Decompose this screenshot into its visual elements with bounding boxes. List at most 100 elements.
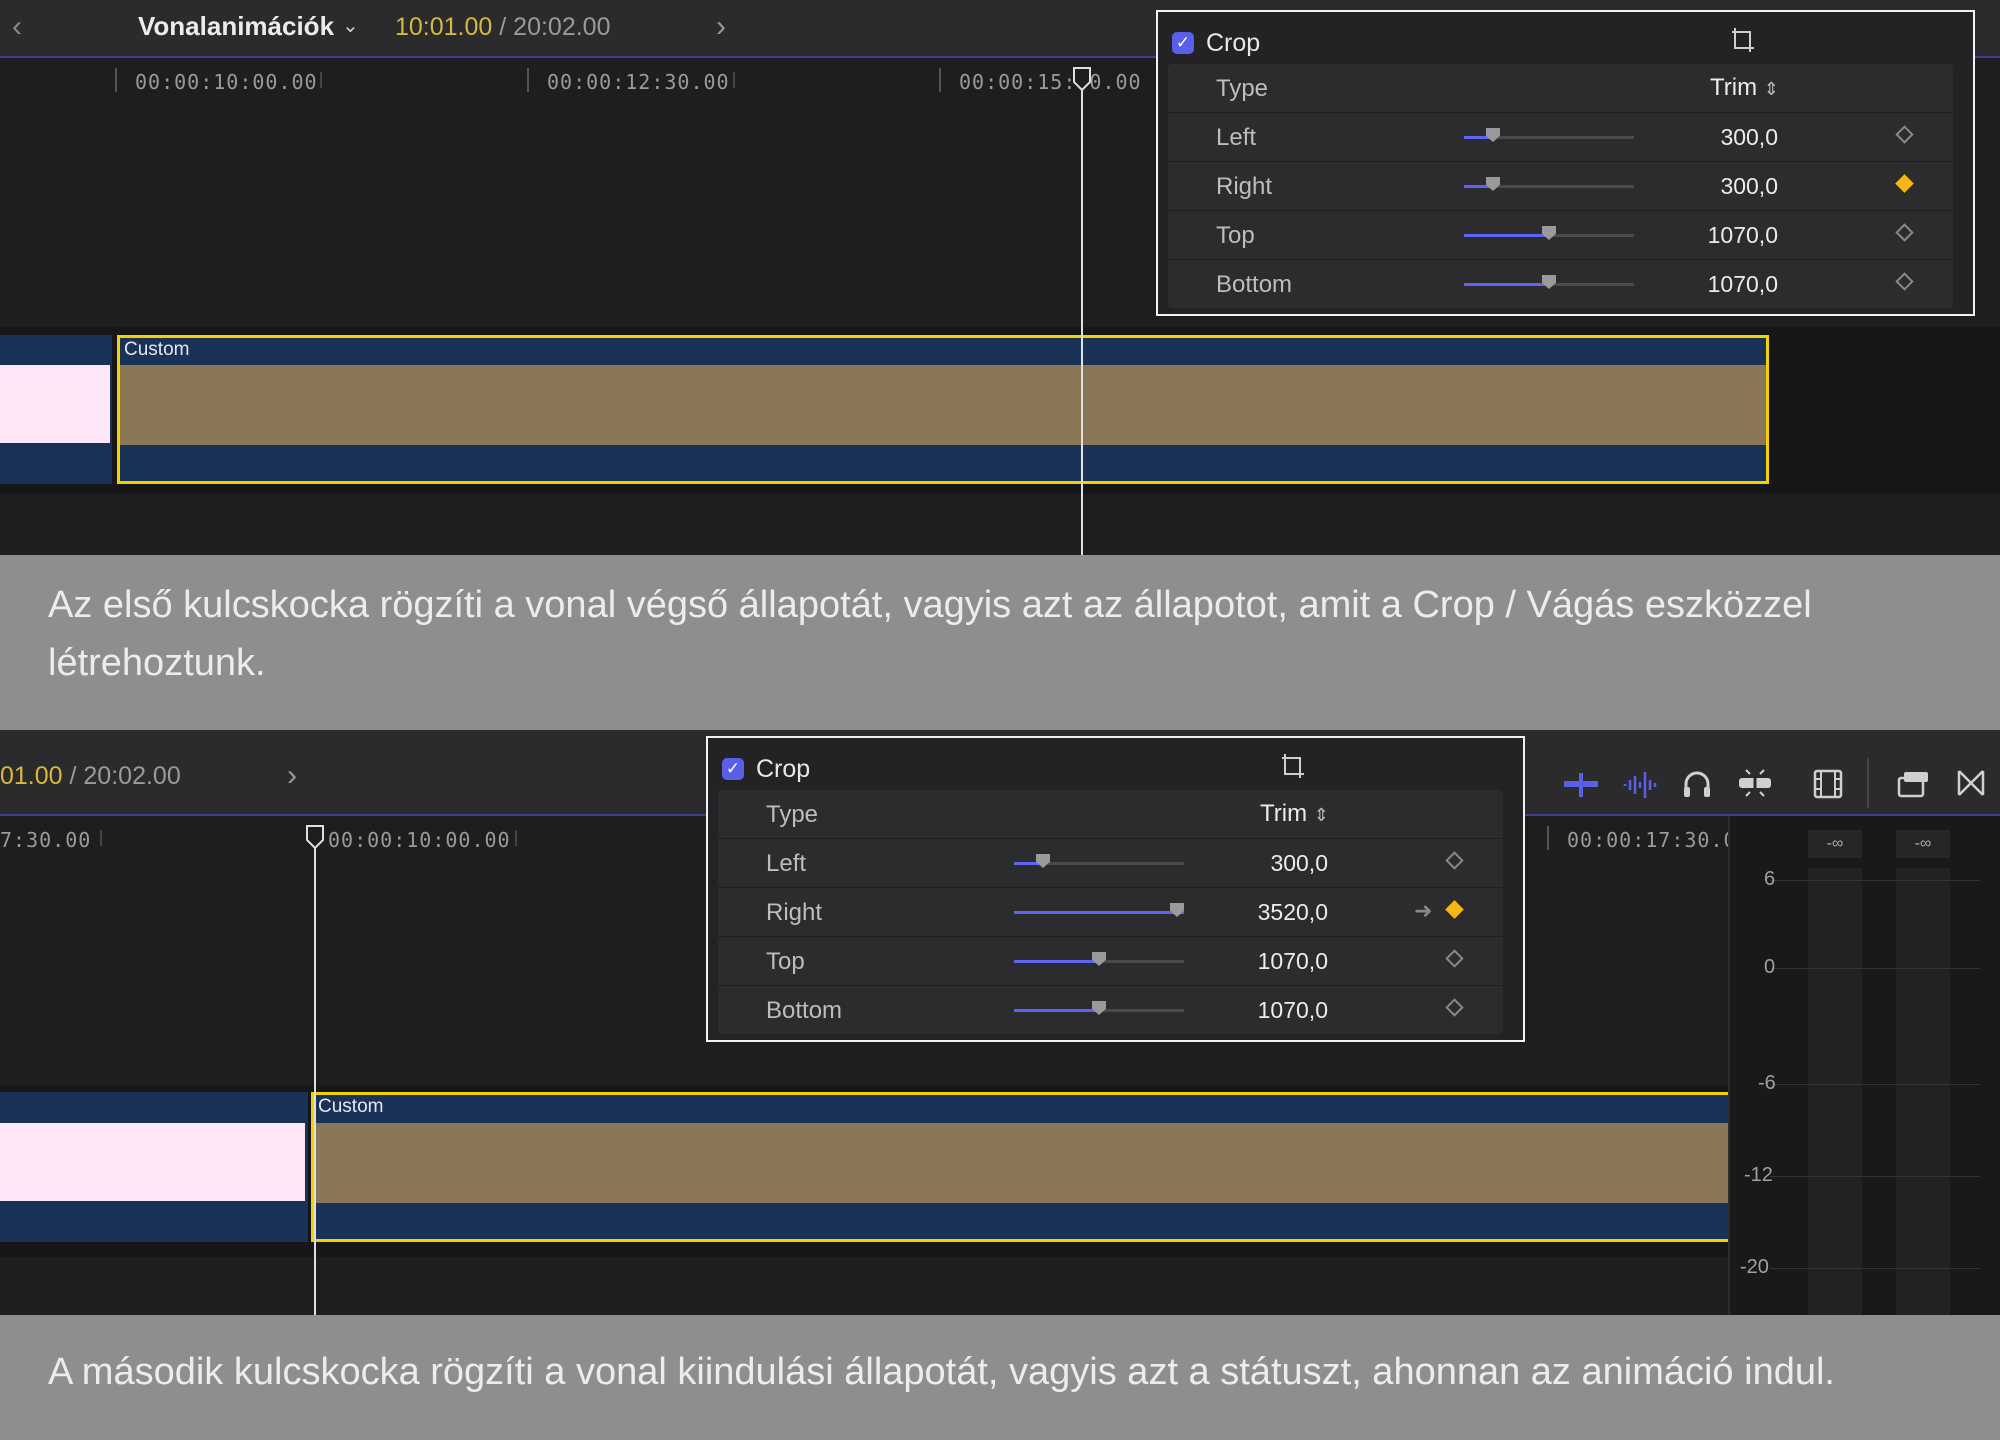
keyframe-diamond-icon[interactable] bbox=[1445, 851, 1464, 870]
bottom-value[interactable]: 1070,0 bbox=[1188, 997, 1328, 1024]
top-label: Top bbox=[766, 948, 805, 975]
keyframe-diamond-active-icon[interactable] bbox=[1445, 900, 1464, 919]
bottom-label: Bottom bbox=[766, 997, 843, 1024]
ruler-label: 7:30.00 bbox=[0, 828, 92, 852]
left-label: Left bbox=[766, 850, 807, 877]
right-value[interactable]: 3520,0 bbox=[1188, 899, 1328, 926]
left-value[interactable]: 300,0 bbox=[1188, 850, 1328, 877]
meter-channel-left bbox=[1808, 868, 1862, 1315]
caption-second-keyframe: A második kulcskocka rögzíti a vonal kii… bbox=[0, 1315, 2000, 1440]
playhead[interactable] bbox=[1081, 70, 1083, 555]
ruler-label: 00:00:15:00.00 bbox=[959, 70, 1142, 94]
param-row: Top 1070,0 bbox=[1168, 211, 1953, 260]
right-value[interactable]: 300,0 bbox=[1638, 173, 1778, 200]
ruler-tick bbox=[1547, 826, 1549, 850]
playhead-handle-icon[interactable] bbox=[305, 824, 325, 850]
caption-text: A második kulcskocka rögzíti a vonal kii… bbox=[48, 1351, 1835, 1393]
project-name[interactable]: Vonalanimációk bbox=[138, 11, 334, 42]
crop-inspector: ✓ Crop Type Trim ⇕ Left 300,0 Right 300,… bbox=[1156, 10, 1975, 316]
crop-onscreen-icon[interactable] bbox=[1730, 26, 1756, 54]
snapping-icon[interactable] bbox=[1736, 766, 1774, 800]
peak-right[interactable]: -∞ bbox=[1896, 830, 1950, 858]
left-value[interactable]: 300,0 bbox=[1638, 124, 1778, 151]
meter-gridline bbox=[1770, 1176, 1980, 1177]
playhead-handle-icon[interactable] bbox=[1072, 66, 1092, 92]
slider-knob[interactable] bbox=[1542, 226, 1556, 240]
clip-appearance-icon[interactable] bbox=[1896, 768, 1930, 800]
meter-scale-label: 0 bbox=[1764, 956, 1776, 978]
timecode-total: 20:02.00 bbox=[513, 13, 611, 41]
left-slider[interactable] bbox=[1464, 128, 1634, 142]
ruler-tick bbox=[320, 72, 322, 88]
keyframe-diamond-icon[interactable] bbox=[1445, 998, 1464, 1017]
slider-knob[interactable] bbox=[1486, 177, 1500, 191]
right-slider[interactable] bbox=[1014, 903, 1184, 917]
effects-browser-icon[interactable] bbox=[1956, 768, 1986, 798]
keyframe-diamond-icon[interactable] bbox=[1895, 125, 1914, 144]
timecode-total: 20:02.00 bbox=[83, 762, 181, 790]
type-value: Trim bbox=[1710, 74, 1758, 101]
playhead[interactable] bbox=[314, 828, 316, 1315]
chevron-right-icon[interactable]: › bbox=[716, 10, 726, 44]
timecode-current: 01.00 bbox=[0, 762, 63, 790]
top-value[interactable]: 1070,0 bbox=[1188, 948, 1328, 975]
slider-knob[interactable] bbox=[1036, 854, 1050, 868]
meter-gridline bbox=[1770, 1084, 1980, 1085]
audio-skimming-icon[interactable] bbox=[1622, 768, 1658, 800]
slider-fill bbox=[1014, 1009, 1099, 1012]
timecode-display: 01.00 / 20:02.00 bbox=[0, 762, 181, 791]
slider-knob[interactable] bbox=[1092, 952, 1106, 966]
bottom-slider[interactable] bbox=[1464, 275, 1634, 289]
type-row: Type Trim ⇕ bbox=[718, 790, 1503, 839]
chevron-left-icon[interactable]: ‹ bbox=[12, 10, 22, 44]
crop-header: ✓ Crop bbox=[1172, 26, 1260, 60]
updown-chevron-icon: ⇕ bbox=[1763, 79, 1779, 99]
type-popup[interactable]: Trim ⇕ bbox=[1710, 74, 1779, 102]
meter-scale-label: -12 bbox=[1744, 1164, 1773, 1186]
ruler-tick bbox=[527, 68, 529, 92]
bottom-slider[interactable] bbox=[1014, 1001, 1184, 1015]
headphones-icon[interactable] bbox=[1682, 768, 1712, 800]
slider-fill bbox=[1014, 960, 1099, 963]
keyframe-diamond-icon[interactable] bbox=[1895, 272, 1914, 291]
crop-checkbox[interactable]: ✓ bbox=[1172, 32, 1194, 54]
right-slider[interactable] bbox=[1464, 177, 1634, 191]
meter-gridline bbox=[1770, 880, 1980, 881]
film-strip-icon[interactable] bbox=[1812, 768, 1844, 800]
caption-first-keyframe: Az első kulcskocka rögzíti a vonal végső… bbox=[0, 555, 2000, 730]
type-label: Type bbox=[766, 801, 819, 828]
ruler-tick bbox=[939, 68, 941, 92]
slider-knob[interactable] bbox=[1542, 275, 1556, 289]
previous-keyframe-arrow-icon[interactable]: ➜ bbox=[1414, 898, 1432, 924]
crop-checkbox[interactable]: ✓ bbox=[722, 758, 744, 780]
chevron-down-icon[interactable]: ⌄ bbox=[342, 13, 359, 38]
keyframe-diamond-active-icon[interactable] bbox=[1895, 174, 1914, 193]
right-label: Right bbox=[766, 899, 823, 926]
keyframe-diamond-icon[interactable] bbox=[1895, 223, 1914, 242]
left-slider[interactable] bbox=[1014, 854, 1184, 868]
ruler-tick bbox=[515, 830, 517, 846]
meter-gridline bbox=[1770, 968, 1980, 969]
slider-knob[interactable] bbox=[1486, 128, 1500, 142]
keyframe-diamond-icon[interactable] bbox=[1445, 949, 1464, 968]
clip-label: Custom bbox=[124, 339, 190, 360]
bottom-value[interactable]: 1070,0 bbox=[1638, 271, 1778, 298]
custom-clip[interactable]: Custom bbox=[117, 335, 1769, 484]
top-slider[interactable] bbox=[1014, 952, 1184, 966]
slider-knob[interactable] bbox=[1170, 903, 1184, 917]
chevron-right-icon[interactable]: › bbox=[287, 759, 297, 793]
ruler-label: 00:00:12:30.00 bbox=[547, 70, 730, 94]
type-popup[interactable]: Trim ⇕ bbox=[1260, 800, 1329, 828]
skimming-icon[interactable] bbox=[1562, 770, 1600, 800]
top-slider[interactable] bbox=[1464, 226, 1634, 240]
peak-left[interactable]: -∞ bbox=[1808, 830, 1862, 858]
custom-clip[interactable]: Custom bbox=[311, 1092, 1728, 1242]
slider-fill bbox=[1464, 283, 1549, 286]
crop-title: Crop bbox=[756, 754, 811, 783]
slider-knob[interactable] bbox=[1092, 1001, 1106, 1015]
param-row: Bottom 1070,0 bbox=[718, 986, 1503, 1034]
crop-onscreen-icon[interactable] bbox=[1280, 752, 1306, 780]
ruler-tick bbox=[733, 72, 735, 88]
top-value[interactable]: 1070,0 bbox=[1638, 222, 1778, 249]
crop-parameters: Type Trim ⇕ Left 300,0 Right 3520,0 ➜ To… bbox=[718, 790, 1503, 1034]
